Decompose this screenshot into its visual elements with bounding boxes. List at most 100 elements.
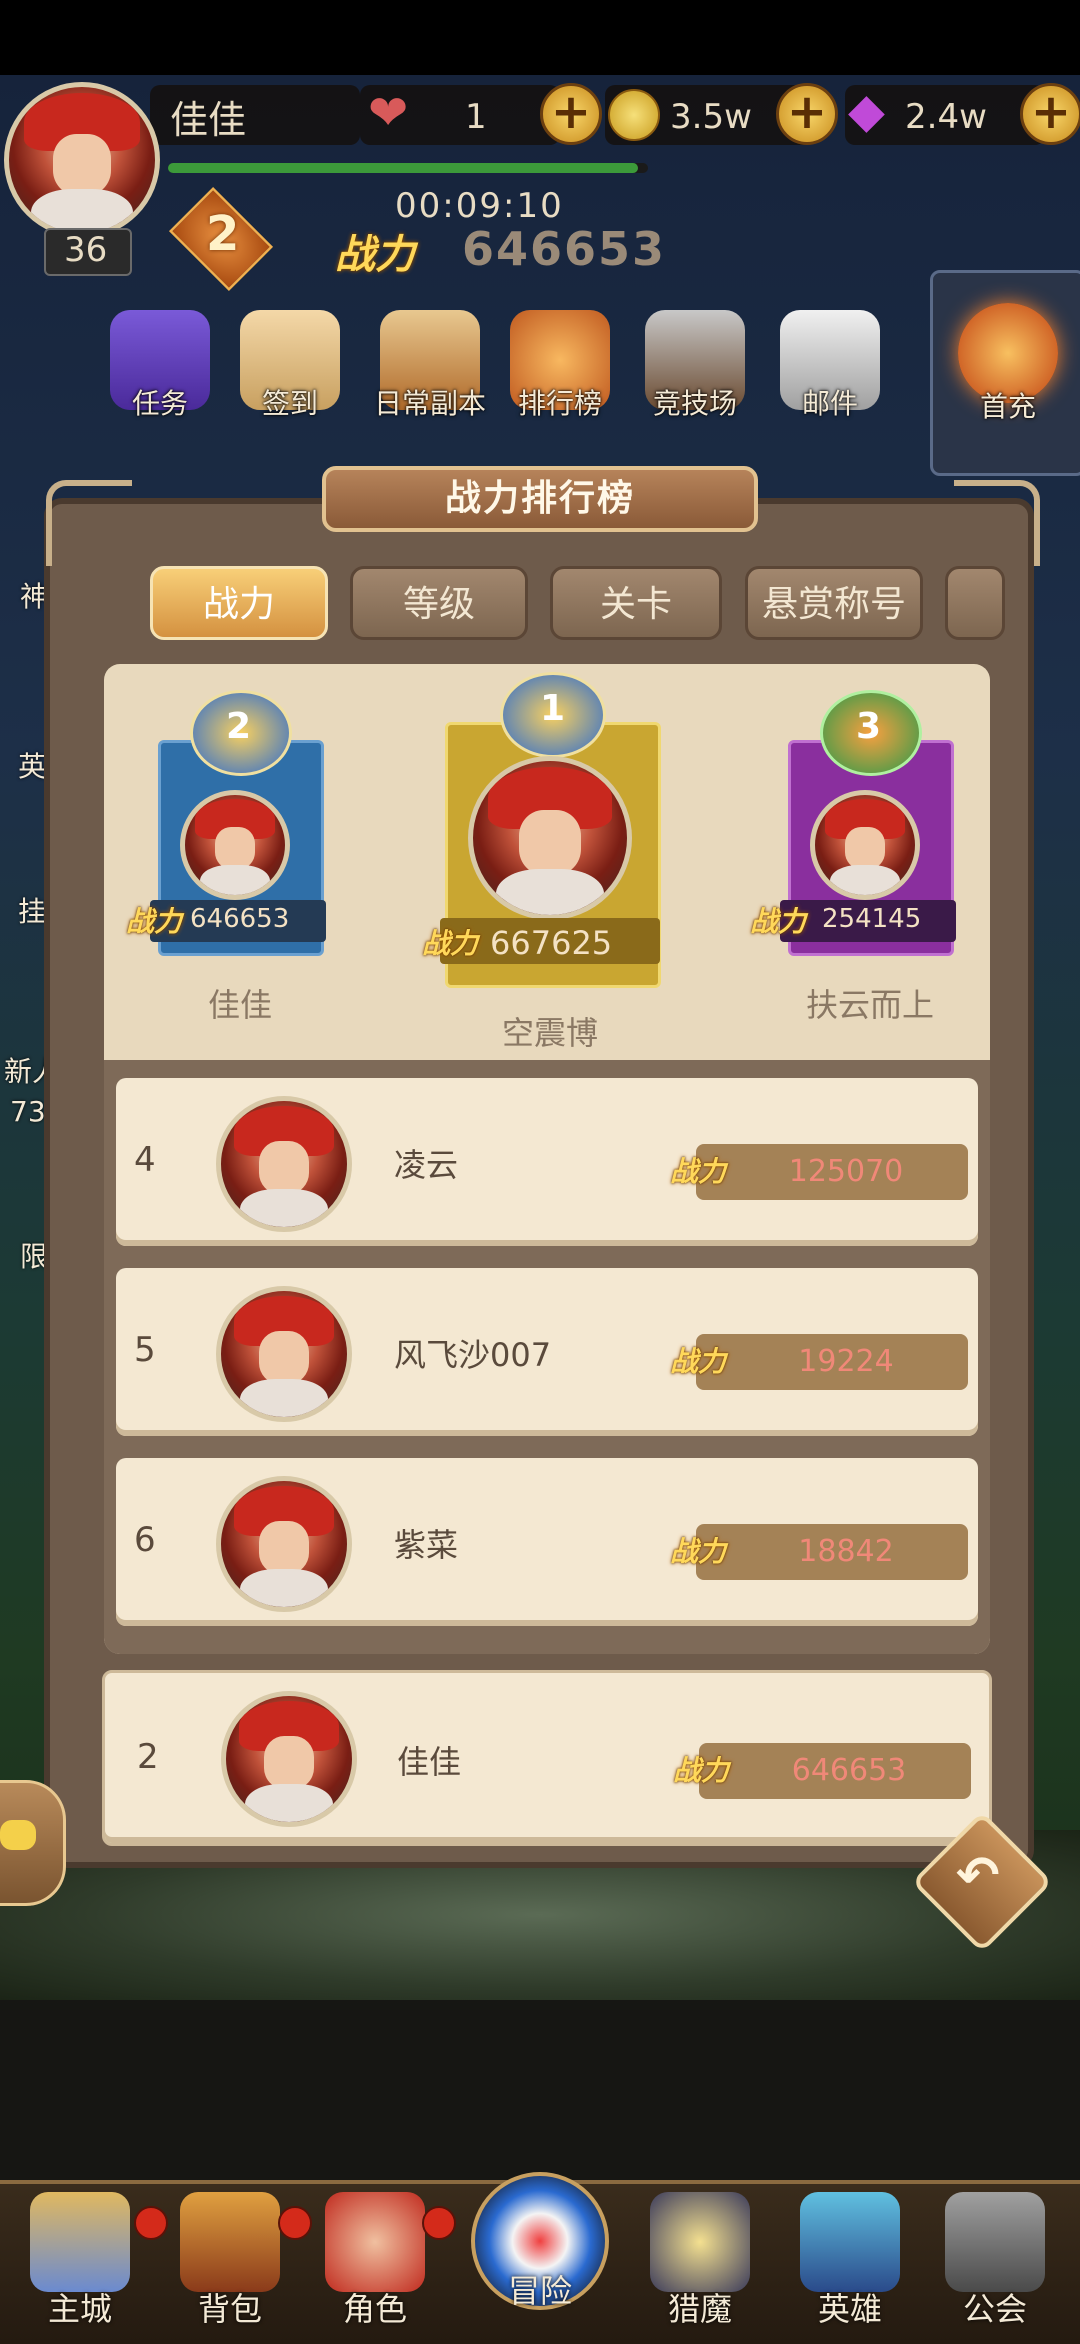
row-name: 凌云 xyxy=(394,1146,459,1184)
nav-adventure[interactable]: 冒险 xyxy=(460,2172,620,2312)
panel-corner-right xyxy=(954,480,1040,566)
table-row[interactable]: 5 风飞沙007 战力 19224 xyxy=(116,1268,978,1436)
row-avatar xyxy=(216,1286,352,1422)
nav-demon-hunt[interactable]: 猎魔 xyxy=(630,2192,770,2330)
tab-level[interactable]: 等级 xyxy=(350,566,528,640)
add-hearts-button[interactable]: + xyxy=(540,83,602,145)
guild-icon xyxy=(945,2192,1045,2292)
my-rank-number: 2 xyxy=(137,1737,159,1777)
tab-power[interactable]: 战力 xyxy=(150,566,328,640)
nav-main-city-label: 主城 xyxy=(47,2290,112,2328)
nav-character-label: 角色 xyxy=(342,2290,407,2328)
my-rank-row[interactable]: 2 佳佳 战力 646653 xyxy=(102,1670,992,1846)
first-recharge-label: 首充 xyxy=(979,390,1036,423)
nav-hero-label: 英雄 xyxy=(817,2290,882,2328)
my-rank-avatar xyxy=(221,1691,357,1827)
nav-backpack-label: 背包 xyxy=(197,2290,262,2328)
side-menu-item-3[interactable]: 挂 xyxy=(18,890,46,930)
nav-guild[interactable]: 公会 xyxy=(925,2192,1065,2330)
table-row[interactable]: 4 凌云 战力 125070 xyxy=(116,1078,978,1246)
rank-1-avatar xyxy=(468,756,632,920)
rank-2-power: 646653 xyxy=(190,904,290,934)
nav-demon-hunt-label: 猎魔 xyxy=(667,2290,732,2328)
tab-bounty-title[interactable]: 悬赏称号 xyxy=(745,566,923,640)
rank-2-name: 佳佳 xyxy=(207,986,272,1024)
hearts-value: 1 xyxy=(465,97,487,137)
rank-1-power: 667625 xyxy=(490,924,613,962)
character-notification xyxy=(422,2206,456,2240)
side-menu-item-2[interactable]: 英 xyxy=(18,745,46,785)
vip-level: 2 xyxy=(206,206,240,262)
podium-rank-2[interactable]: 2 战力 646653 佳佳 xyxy=(110,690,370,1030)
dark-ground-band xyxy=(0,2000,1080,2180)
row-power-label: 战力 xyxy=(670,1535,727,1568)
countdown-timer: 00:09:10 xyxy=(395,186,564,226)
row-rank: 5 xyxy=(134,1330,156,1370)
row-power-label: 战力 xyxy=(670,1155,727,1188)
rank-1-name: 空震博 xyxy=(501,1014,598,1052)
table-row[interactable]: 6 紫菜 战力 18842 xyxy=(116,1458,978,1626)
player-power: 646653 xyxy=(462,222,667,276)
row-power: 19224 xyxy=(798,1344,894,1379)
my-rank-power: 646653 xyxy=(791,1753,907,1788)
row-avatar xyxy=(216,1476,352,1612)
bottom-nav-items: 主城 背包 角色 冒险 猎魔 英雄 公会 xyxy=(10,2172,1070,2340)
player-avatar[interactable] xyxy=(4,82,160,238)
exp-bar-fill xyxy=(168,163,638,173)
panel-corner-left xyxy=(46,480,132,566)
rank-3-name: 扶云而上 xyxy=(805,986,934,1024)
back-arrow-icon: ↶ xyxy=(956,1846,1000,1906)
row-rank: 4 xyxy=(134,1140,156,1180)
heart-icon: ❤ xyxy=(368,85,409,141)
nav-guild-label: 公会 xyxy=(962,2290,1027,2328)
task-label: 任务 xyxy=(131,387,188,420)
add-gold-button[interactable]: + xyxy=(776,83,838,145)
gold-value: 3.5w xyxy=(670,97,752,137)
nav-backpack[interactable]: 背包 xyxy=(160,2192,300,2330)
podium-rank-3[interactable]: 3 战力 254145 扶云而上 xyxy=(740,690,1000,1030)
nav-adventure-label: 冒险 xyxy=(507,2272,572,2310)
gems-value: 2.4w xyxy=(905,97,987,137)
ranking-label: 排行榜 xyxy=(517,387,602,420)
top-menu: 任务 签到 日常副本 排行榜 竞技场 邮件 首充 xyxy=(90,270,1080,476)
row-power: 125070 xyxy=(788,1154,904,1189)
panel-title: 战力排行榜 xyxy=(322,466,758,532)
rank-2-number: 2 xyxy=(226,706,252,747)
hero-icon xyxy=(800,2192,900,2292)
power-label: 战力 xyxy=(335,232,415,278)
first-recharge-button[interactable]: 首充 xyxy=(930,270,1080,476)
add-gems-button[interactable]: + xyxy=(1020,83,1080,145)
backpack-icon xyxy=(180,2192,280,2292)
row-name: 紫菜 xyxy=(394,1526,459,1564)
mail-label: 邮件 xyxy=(801,387,858,420)
row-rank: 6 xyxy=(134,1520,156,1560)
rank-2-power-label: 战力 xyxy=(126,905,183,938)
rank-1-power-label: 战力 xyxy=(422,927,479,960)
daily-dungeon-label: 日常副本 xyxy=(373,387,486,420)
top-status-bar: 佳佳 ❤ 1 + 3.5w + ◆ 2.4w + xyxy=(0,75,1080,185)
gold-coin-icon xyxy=(608,89,660,141)
player-level: 36 xyxy=(64,230,108,270)
tab-more[interactable] xyxy=(945,566,1005,640)
rank-1-number: 1 xyxy=(540,688,566,729)
row-power-label: 战力 xyxy=(670,1345,727,1378)
nav-hero[interactable]: 英雄 xyxy=(780,2192,920,2330)
arena-label: 竞技场 xyxy=(652,387,737,420)
rank-3-power: 254145 xyxy=(822,904,922,934)
player-name: 佳佳 xyxy=(170,98,247,142)
demon-hunt-icon xyxy=(650,2192,750,2292)
signin-label: 签到 xyxy=(261,387,318,420)
rank-2-avatar xyxy=(180,790,290,900)
rank-3-number: 3 xyxy=(856,706,882,747)
chat-icon xyxy=(0,1820,36,1850)
nav-main-city[interactable]: 主城 xyxy=(10,2192,150,2330)
tab-stage[interactable]: 关卡 xyxy=(550,566,722,640)
character-icon xyxy=(325,2192,425,2292)
rank-3-power-label: 战力 xyxy=(750,905,807,938)
row-name: 风飞沙007 xyxy=(394,1336,552,1374)
podium-rank-1[interactable]: 1 战力 667625 空震博 xyxy=(400,672,720,1062)
gem-icon: ◆ xyxy=(848,83,885,139)
my-rank-name: 佳佳 xyxy=(397,1743,462,1781)
row-power: 18842 xyxy=(798,1534,894,1569)
main-city-icon xyxy=(30,2192,130,2292)
